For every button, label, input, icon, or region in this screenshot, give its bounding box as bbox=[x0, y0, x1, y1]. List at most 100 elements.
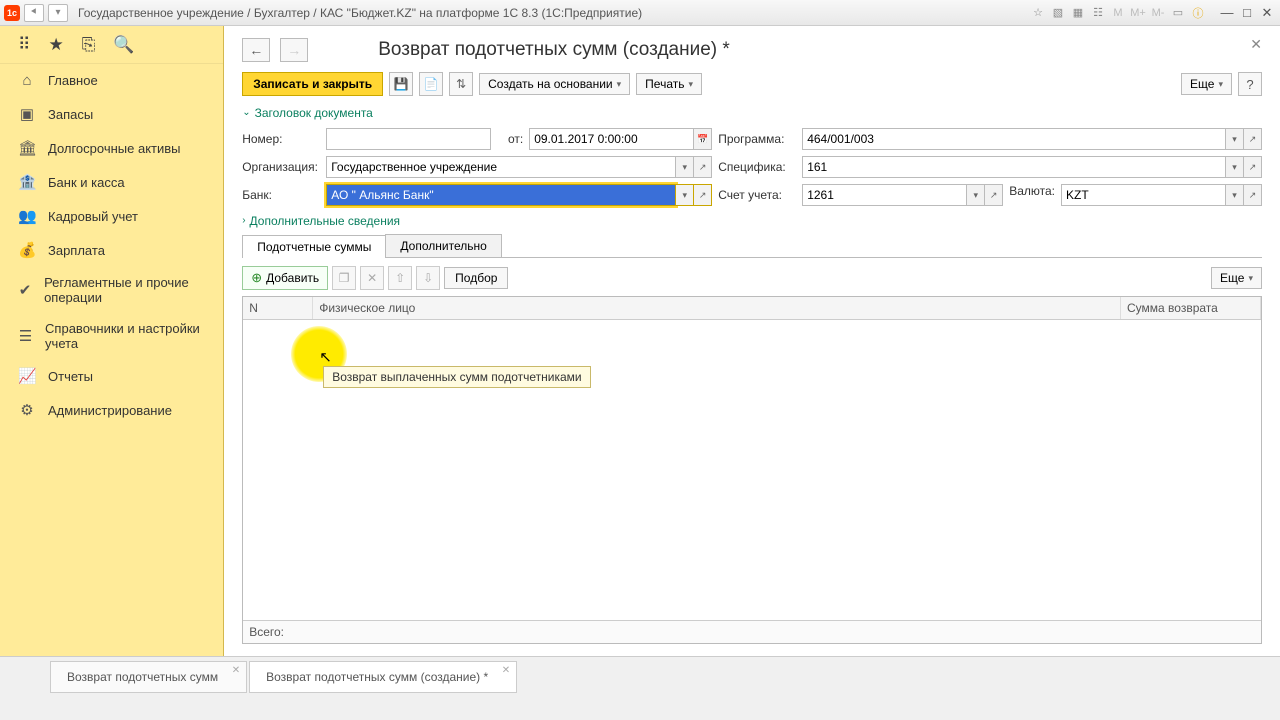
star-icon[interactable]: ★ bbox=[48, 35, 63, 55]
calendar-icon[interactable]: ☷ bbox=[1090, 5, 1106, 21]
form-close-button[interactable]: ✕ bbox=[1250, 36, 1262, 53]
close-icon[interactable]: ✕ bbox=[232, 665, 240, 676]
panel-icon[interactable]: ▭ bbox=[1170, 5, 1186, 21]
move-down-button[interactable]: ⇩ bbox=[416, 266, 440, 290]
clipboard-icon[interactable]: ⎘ bbox=[82, 35, 96, 55]
sidebar-item-reports[interactable]: 📈 Отчеты bbox=[0, 359, 223, 393]
nav-back-button[interactable]: ← bbox=[242, 38, 270, 62]
date-field[interactable]: 📅 bbox=[529, 128, 712, 150]
page-title: Возврат подотчетных сумм (создание) * bbox=[378, 39, 730, 61]
bank-input[interactable] bbox=[326, 184, 676, 206]
extra-collapse[interactable]: Дополнительные сведения bbox=[242, 212, 1262, 230]
dt-kt-button[interactable]: ⇅ bbox=[449, 72, 473, 96]
spec-input[interactable] bbox=[802, 156, 1226, 178]
people-icon: 👥 bbox=[18, 207, 36, 225]
account-input[interactable] bbox=[802, 184, 967, 206]
total-label: Всего: bbox=[243, 621, 313, 643]
sidebar-item-hr[interactable]: 👥Кадровый учет bbox=[0, 199, 223, 233]
add-label: Добавить bbox=[266, 271, 319, 285]
dropdown-icon[interactable]: ▾ bbox=[1226, 128, 1244, 150]
bank-field[interactable]: ▾↗ bbox=[326, 184, 712, 206]
bottom-tab-1[interactable]: Возврат подотчетных сумм✕ bbox=[50, 661, 247, 693]
grid-footer: Всего: bbox=[243, 620, 1261, 643]
grid-more-button[interactable]: Еще bbox=[1211, 267, 1262, 289]
program-input[interactable] bbox=[802, 128, 1226, 150]
favorite-icon[interactable]: ☆ bbox=[1030, 5, 1046, 21]
number-field[interactable] bbox=[326, 128, 491, 150]
m-minus-icon[interactable]: M- bbox=[1150, 5, 1166, 21]
close-button[interactable]: ✕ bbox=[1258, 5, 1276, 21]
save-button[interactable]: 💾 bbox=[389, 72, 413, 96]
sidebar-item-refs[interactable]: ☰Справочники и настройки учета bbox=[0, 313, 223, 359]
sidebar-item-label: Главное bbox=[48, 73, 98, 88]
more-button[interactable]: Еще bbox=[1181, 73, 1232, 95]
chart-icon: 📈 bbox=[18, 367, 36, 385]
open-ref-icon[interactable]: ↗ bbox=[694, 184, 712, 206]
delete-row-button[interactable]: ✕ bbox=[360, 266, 384, 290]
copy-row-button[interactable]: ❐ bbox=[332, 266, 356, 290]
sidebar-item-label: Зарплата bbox=[48, 243, 105, 258]
open-ref-icon[interactable]: ↗ bbox=[1244, 184, 1262, 206]
history-back-button[interactable]: ⯇ bbox=[24, 4, 44, 22]
account-field[interactable]: ▾↗ bbox=[802, 184, 1003, 206]
maximize-button[interactable]: □ bbox=[1238, 5, 1256, 21]
search-icon[interactable]: 🔍 bbox=[113, 35, 134, 55]
sidebar-item-salary[interactable]: 💰Зарплата bbox=[0, 233, 223, 267]
org-field[interactable]: ▾↗ bbox=[326, 156, 712, 178]
apps-icon[interactable]: ⠿ bbox=[18, 35, 30, 55]
m-icon[interactable]: M bbox=[1110, 5, 1126, 21]
create-based-button[interactable]: Создать на основании bbox=[479, 73, 630, 95]
add-row-button[interactable]: Добавить bbox=[242, 266, 328, 290]
col-sum[interactable]: Сумма возврата bbox=[1121, 297, 1261, 319]
move-up-button[interactable]: ⇧ bbox=[388, 266, 412, 290]
minimize-button[interactable]: — bbox=[1218, 5, 1236, 21]
tool-icon[interactable]: ▧ bbox=[1050, 5, 1066, 21]
dropdown-icon[interactable]: ▾ bbox=[1226, 156, 1244, 178]
bank-icon: 🏦 bbox=[18, 173, 36, 191]
col-n[interactable]: N bbox=[243, 297, 313, 319]
org-input[interactable] bbox=[326, 156, 676, 178]
header-collapse[interactable]: Заголовок документа bbox=[242, 104, 1262, 122]
open-ref-icon[interactable]: ↗ bbox=[1244, 128, 1262, 150]
dropdown-icon[interactable]: ▾ bbox=[676, 156, 694, 178]
open-ref-icon[interactable]: ↗ bbox=[694, 156, 712, 178]
date-input[interactable] bbox=[529, 128, 694, 150]
content: ✕ ← → Возврат подотчетных сумм (создание… bbox=[224, 26, 1280, 656]
dropdown-icon[interactable]: ▾ bbox=[676, 184, 694, 206]
calendar-picker-icon[interactable]: 📅 bbox=[694, 128, 712, 150]
print-button[interactable]: Печать bbox=[636, 73, 702, 95]
select-button[interactable]: Подбор bbox=[444, 267, 508, 289]
number-input[interactable] bbox=[326, 128, 491, 150]
open-ref-icon[interactable]: ↗ bbox=[985, 184, 1003, 206]
close-icon[interactable]: ✕ bbox=[502, 665, 510, 676]
bottom-tab-2[interactable]: Возврат подотчетных сумм (создание) *✕ bbox=[249, 661, 517, 693]
col-person[interactable]: Физическое лицо bbox=[313, 297, 1121, 319]
nav-forward-button[interactable]: → bbox=[280, 38, 308, 62]
calc-icon[interactable]: ▦ bbox=[1070, 5, 1086, 21]
post-button[interactable]: 📄 bbox=[419, 72, 443, 96]
tab-extra[interactable]: Дополнительно bbox=[385, 234, 501, 257]
sidebar-item-assets[interactable]: 🏛Долгосрочные активы bbox=[0, 131, 223, 165]
sidebar-item-label: Отчеты bbox=[48, 369, 93, 384]
m-plus-icon[interactable]: M+ bbox=[1130, 5, 1146, 21]
dropdown-icon[interactable]: ▾ bbox=[1226, 184, 1244, 206]
open-ref-icon[interactable]: ↗ bbox=[1244, 156, 1262, 178]
spec-field[interactable]: ▾↗ bbox=[802, 156, 1262, 178]
sidebar-item-ops[interactable]: ✔Регламентные и прочие операции bbox=[0, 267, 223, 313]
help-button[interactable]: ? bbox=[1238, 72, 1262, 96]
grid-body[interactable]: ↖ Возврат выплаченных сумм подотчетникам… bbox=[243, 320, 1261, 620]
sidebar-item-stock[interactable]: ▣Запасы bbox=[0, 97, 223, 131]
program-field[interactable]: ▾↗ bbox=[802, 128, 1262, 150]
sidebar-item-bank[interactable]: 🏦Банк и касса bbox=[0, 165, 223, 199]
dropdown-icon[interactable]: ▾ bbox=[967, 184, 985, 206]
info-icon[interactable]: ⓘ bbox=[1190, 5, 1206, 21]
sidebar-item-admin[interactable]: ⚙ Администрирование bbox=[0, 393, 223, 427]
save-close-button[interactable]: Записать и закрыть bbox=[242, 72, 383, 96]
history-dropdown-button[interactable]: ▾ bbox=[48, 4, 68, 22]
tab-sums[interactable]: Подотчетные суммы bbox=[242, 235, 386, 258]
gear-icon: ⚙ bbox=[18, 401, 36, 419]
currency-field[interactable]: ▾↗ bbox=[1061, 184, 1262, 206]
sidebar-item-main[interactable]: ⌂Главное bbox=[0, 64, 223, 97]
sidebar-item-label: Администрирование bbox=[48, 403, 172, 418]
currency-input[interactable] bbox=[1061, 184, 1226, 206]
